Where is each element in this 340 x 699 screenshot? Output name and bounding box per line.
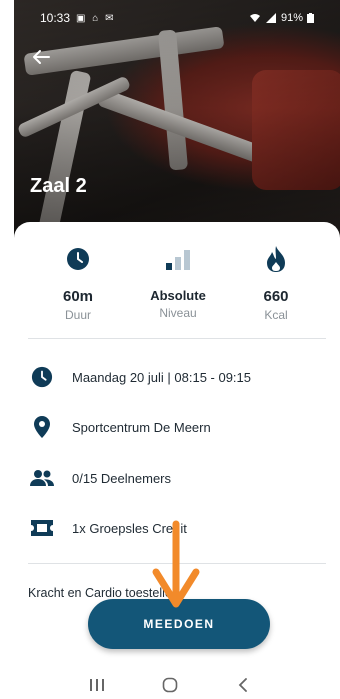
stat-duration: 60m Duur [28,244,128,322]
recent-apps-button[interactable] [86,674,108,696]
class-details-card: 60m Duur Absolute Niveau 660 Kcal Maanda… [14,222,340,699]
location-text: Sportcentrum De Meern [72,419,211,435]
home-button[interactable] [159,674,181,696]
stat-level: Absolute Niveau [128,244,228,320]
battery-percent: 91% [280,12,303,24]
home-icon [162,677,178,692]
info-date-time: Maandag 20 juli | 08:15 - 09:15 [28,363,328,391]
stat-calories-label: Kcal [264,308,288,322]
class-title: Zaal 2 [30,175,87,197]
stats-row: 60m Duur Absolute Niveau 660 Kcal [14,244,340,344]
status-time: 10:33 [40,11,71,25]
flame-icon [267,246,285,272]
stat-calories-value: 660 [263,288,289,305]
clock-icon [67,248,89,270]
annotation-arrow-icon [152,520,200,608]
ticket-icon [31,520,53,536]
wifi-icon [249,14,260,22]
stat-level-label: Niveau [159,306,197,320]
info-location: Sportcentrum De Meern [28,413,328,441]
signal-icon [265,13,276,23]
chevron-left-icon [239,677,248,692]
stat-level-value: Absolute [150,288,206,303]
hero-image [14,0,340,240]
recent-apps-icon [89,678,104,691]
participants-text: 0/15 Deelnemers [72,470,171,486]
status-right: 91% [249,12,314,24]
divider [28,338,326,339]
nav-back-button[interactable] [232,674,254,696]
stat-duration-label: Duur [64,308,91,322]
battery-icon [307,13,314,23]
arrow-left-icon [33,50,50,64]
stat-calories: 660 Kcal [226,244,326,322]
stat-duration-value: 60m [62,288,94,305]
status-bar: 10:33 ▣ ⌂ ✉ 91% [14,0,340,36]
system-nav-bar [0,670,340,699]
people-icon [30,470,54,486]
info-participants: 0/15 Deelnemers [28,464,328,492]
location-pin-icon [34,416,50,438]
notification-icons: ▣ ⌂ ✉ [76,12,116,24]
signal-bars-icon [166,250,190,270]
clock-icon [31,366,53,388]
date-time-text: Maandag 20 juli | 08:15 - 09:15 [72,369,252,385]
back-button[interactable] [30,46,52,68]
